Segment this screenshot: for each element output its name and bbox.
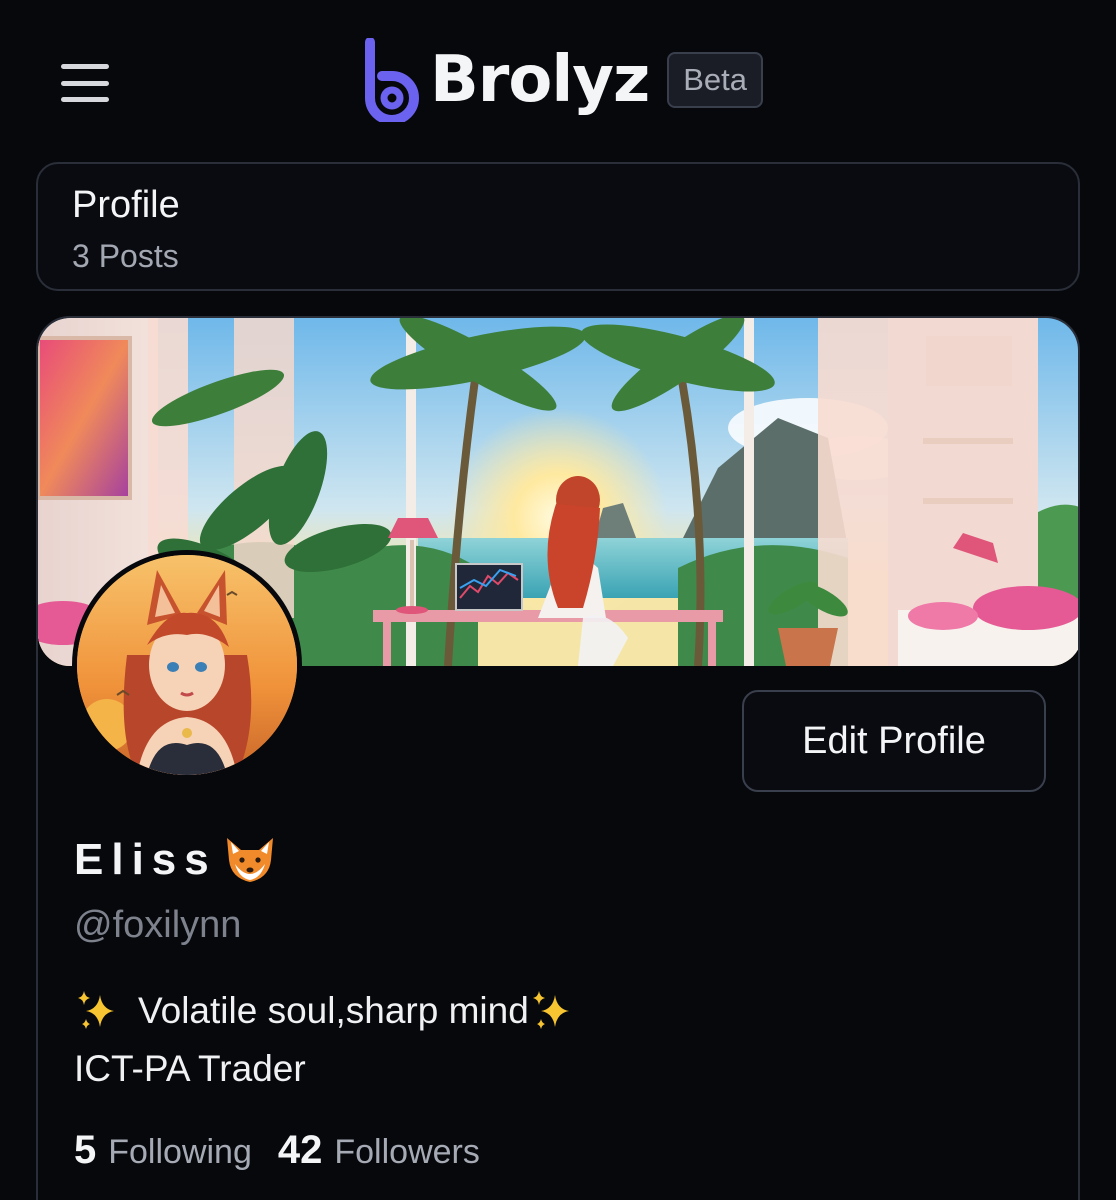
brand[interactable]: Brolyz Beta xyxy=(362,38,763,122)
followers-count: 42 xyxy=(277,1128,323,1172)
page-title: Profile xyxy=(72,184,180,226)
app-root: Brolyz Beta Profile 3 Posts Edit Profile… xyxy=(0,0,1116,1200)
edit-profile-button[interactable]: Edit Profile xyxy=(742,690,1046,792)
following-count: 5 xyxy=(74,1128,97,1172)
following-link[interactable]: 5 Following xyxy=(74,1128,252,1173)
posts-count: 3 Posts xyxy=(72,237,179,274)
beta-badge: Beta xyxy=(667,52,763,108)
followers-label: Followers xyxy=(334,1133,480,1171)
brolyz-logo-icon xyxy=(365,38,419,122)
brand-name: Brolyz xyxy=(430,43,650,117)
profile-bio: Volatile soul,sharp mind ICT-PA Trader xyxy=(74,982,577,1098)
hamburger-menu-icon[interactable] xyxy=(58,60,112,106)
display-name: Eliss xyxy=(74,834,279,886)
bio-line: Volatile soul,sharp mind xyxy=(74,982,577,1040)
profile-card: Edit Profile Eliss @foxilynn Volatile so… xyxy=(36,316,1080,1200)
fox-face-icon xyxy=(226,838,273,882)
profile-header-card: Profile 3 Posts xyxy=(36,162,1080,291)
bio-text-1: Volatile soul,sharp mind xyxy=(138,990,529,1031)
user-handle: @foxilynn xyxy=(74,904,242,946)
bio-line: ICT-PA Trader xyxy=(74,1048,306,1089)
sparkles-icon xyxy=(532,991,569,1029)
display-name-text: Eliss xyxy=(74,835,217,884)
sparkles-icon xyxy=(78,991,114,1029)
avatar[interactable] xyxy=(72,550,302,780)
follow-stats: 5 Following 42 Followers xyxy=(74,1128,506,1173)
following-label: Following xyxy=(108,1133,252,1171)
followers-link[interactable]: 42 Followers xyxy=(278,1128,480,1173)
